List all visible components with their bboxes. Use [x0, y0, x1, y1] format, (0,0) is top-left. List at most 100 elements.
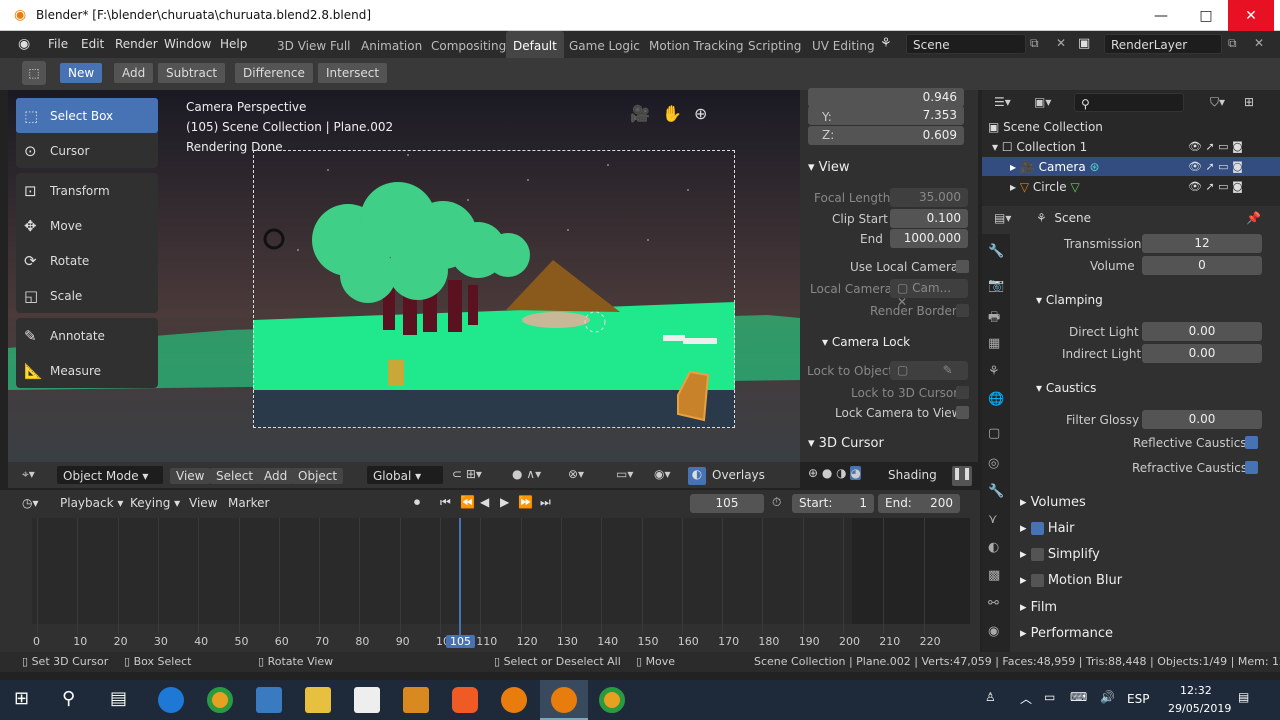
store-icon[interactable]	[256, 687, 282, 713]
edge-icon[interactable]	[158, 687, 184, 713]
record-icon[interactable]: ⏺	[414, 495, 420, 510]
input-language[interactable]: ESP	[1127, 692, 1149, 706]
viewport-menu-view[interactable]: View	[170, 468, 211, 484]
outliner-collection-1[interactable]: ▾ ☐ Collection 1	[992, 140, 1087, 154]
blender-taskbar-icon[interactable]	[501, 687, 527, 713]
new-collection-icon[interactable]: ⊞	[1244, 95, 1254, 109]
lock-camera-to-view-checkbox[interactable]	[956, 406, 969, 419]
world-tab-icon[interactable]: 🌐	[988, 392, 1004, 407]
direct-light-field[interactable]: 0.00	[1142, 322, 1262, 341]
object-mode-dropdown[interactable]: Object Mode ▾	[56, 465, 164, 485]
op-difference-button[interactable]: Difference	[235, 63, 313, 83]
timeline-frames-area[interactable]	[32, 518, 852, 624]
snap-icon[interactable]: ⊂ ⊞▾	[452, 467, 482, 481]
reflective-caustics-checkbox[interactable]	[1245, 436, 1258, 449]
tray-chevron-icon[interactable]: ︿	[1020, 690, 1032, 707]
play-reverse-icon[interactable]: ◀	[480, 495, 489, 509]
view-layer-tab-icon[interactable]: ▦	[988, 336, 1000, 351]
physics-tab-icon[interactable]: ◎	[988, 456, 999, 471]
preview-range-icon[interactable]: ⏱	[772, 495, 781, 510]
output-tab-icon[interactable]: 🖶	[988, 308, 1000, 330]
timeline-menu-playback[interactable]: Playback ▾	[60, 496, 123, 510]
clamping-header[interactable]: ▾ Clamping	[1036, 293, 1103, 307]
people-icon[interactable]: ♙	[985, 690, 996, 704]
minimize-button[interactable]: —	[1138, 0, 1184, 31]
op-subtract-button[interactable]: Subtract	[158, 63, 226, 83]
chrome-icon[interactable]	[207, 687, 233, 713]
tool-cursor[interactable]: ⊙ Cursor	[16, 133, 158, 168]
playhead[interactable]	[459, 518, 461, 640]
editor-type-icon[interactable]: ⌖▾	[22, 467, 35, 482]
camera-view-icon[interactable]: 🎥	[630, 104, 650, 123]
particles-tab-icon[interactable]: ⋎	[988, 512, 998, 527]
taskbar-search-icon[interactable]: ⚲	[62, 688, 75, 709]
proportional-edit-icon[interactable]: ● ∧▾	[512, 467, 541, 481]
use-local-camera-checkbox[interactable]	[956, 260, 969, 273]
overlays-dropdown[interactable]: Overlays	[712, 468, 765, 482]
timeline-menu-keying[interactable]: Keying ▾	[130, 496, 180, 510]
maximize-button[interactable]: □	[1183, 0, 1229, 31]
start-frame-field[interactable]: Start: 1	[792, 494, 874, 513]
tab-uv-editing[interactable]: UV Editing	[805, 31, 882, 58]
scene-tab-icon[interactable]: ⚘	[988, 364, 1000, 379]
data-tab-icon[interactable]: ◉	[988, 624, 999, 639]
visibility-icons-row1[interactable]: 👁 ➚ ▭ ◙	[1188, 140, 1243, 153]
action-center-icon[interactable]: ▤	[1238, 690, 1249, 704]
focal-length-field[interactable]: 35.000	[890, 188, 968, 207]
tool-tab-icon[interactable]: 🔧	[988, 244, 1004, 259]
end-frame-field[interactable]: End: 200	[878, 494, 960, 513]
simplify-panel[interactable]: ▸ Simplify	[1020, 547, 1100, 562]
tool-measure[interactable]: 📐 Measure	[16, 353, 158, 388]
outliner-scene-collection[interactable]: ▣ Scene Collection	[988, 120, 1103, 134]
brave-icon[interactable]	[452, 687, 478, 713]
network-icon[interactable]: ▭	[1044, 690, 1055, 704]
shading-dropdown[interactable]: Shading	[888, 468, 937, 482]
simplify-checkbox[interactable]	[1030, 548, 1044, 561]
tab-game-logic[interactable]: Game Logic	[562, 31, 647, 58]
task-view-icon[interactable]: ▤	[110, 688, 127, 709]
current-frame-field[interactable]: 105	[690, 494, 764, 513]
material-tab-icon[interactable]: ◐	[988, 540, 999, 555]
hair-panel[interactable]: ▸ Hair	[1020, 521, 1075, 536]
timeline-menu-marker[interactable]: Marker	[228, 496, 269, 510]
pin-icon[interactable]: 📌	[1246, 211, 1261, 225]
clock-time[interactable]: 12:32	[1180, 684, 1212, 697]
scene-remove-icon[interactable]: ✕	[1056, 36, 1066, 50]
zoom-icon[interactable]: ⊕	[694, 104, 707, 123]
jump-keyframe-back-icon[interactable]: ⏪	[460, 495, 475, 509]
indirect-light-field[interactable]: 0.00	[1142, 344, 1262, 363]
hair-checkbox[interactable]	[1030, 522, 1044, 535]
properties-type-icon[interactable]: ▤▾	[994, 211, 1011, 225]
mail-icon[interactable]	[354, 687, 380, 713]
renderlayer-field[interactable]: RenderLayer	[1104, 34, 1222, 54]
keyboard-icon[interactable]: ⌨	[1070, 690, 1087, 704]
tab-default[interactable]: Default	[506, 31, 564, 58]
timeline-menu-view[interactable]: View	[189, 496, 217, 510]
menu-render[interactable]: Render	[115, 37, 158, 51]
caustics-header[interactable]: ▾ Caustics	[1036, 381, 1096, 395]
visibility-icons-row3[interactable]: 👁 ➚ ▭ ◙	[1188, 180, 1243, 193]
clock-date[interactable]: 29/05/2019	[1168, 702, 1231, 715]
render-border-checkbox[interactable]	[956, 304, 969, 317]
renderlayer-icon[interactable]: ▣	[1078, 36, 1090, 51]
tool-rotate[interactable]: ⟳ Rotate	[16, 243, 158, 278]
tool-transform[interactable]: ⊡ Transform	[16, 173, 158, 208]
tool-annotate[interactable]: ✎ Annotate	[16, 318, 158, 353]
tool-scale[interactable]: ◱ Scale	[16, 278, 158, 313]
tool-move[interactable]: ✥ Move	[16, 208, 158, 243]
location-x-field[interactable]: 0.946	[808, 88, 964, 107]
scene-selector-icon[interactable]: ⚘	[880, 36, 892, 51]
windows-start-icon[interactable]: ⊞	[14, 688, 29, 709]
jump-keyframe-forward-icon[interactable]: ⏩	[518, 495, 533, 509]
modifier-tab-icon[interactable]: 🔧	[988, 484, 1004, 499]
menu-window[interactable]: Window	[164, 37, 211, 51]
op-new-button[interactable]: New	[60, 63, 103, 83]
tool-select-box[interactable]: ⬚ Select Box	[16, 98, 158, 133]
sidebar-toggle-icon[interactable]: ❚❚	[952, 466, 972, 486]
texture-tab-icon[interactable]: ▩	[988, 568, 1000, 583]
local-camera-field[interactable]: ▢ Cam... ✕	[890, 279, 968, 309]
motion-blur-checkbox[interactable]	[1030, 574, 1044, 587]
tab-compositing[interactable]: Compositing	[424, 31, 513, 58]
film-panel[interactable]: ▸ Film	[1020, 600, 1057, 615]
outliner-type-icon[interactable]: ☰▾	[994, 95, 1011, 109]
